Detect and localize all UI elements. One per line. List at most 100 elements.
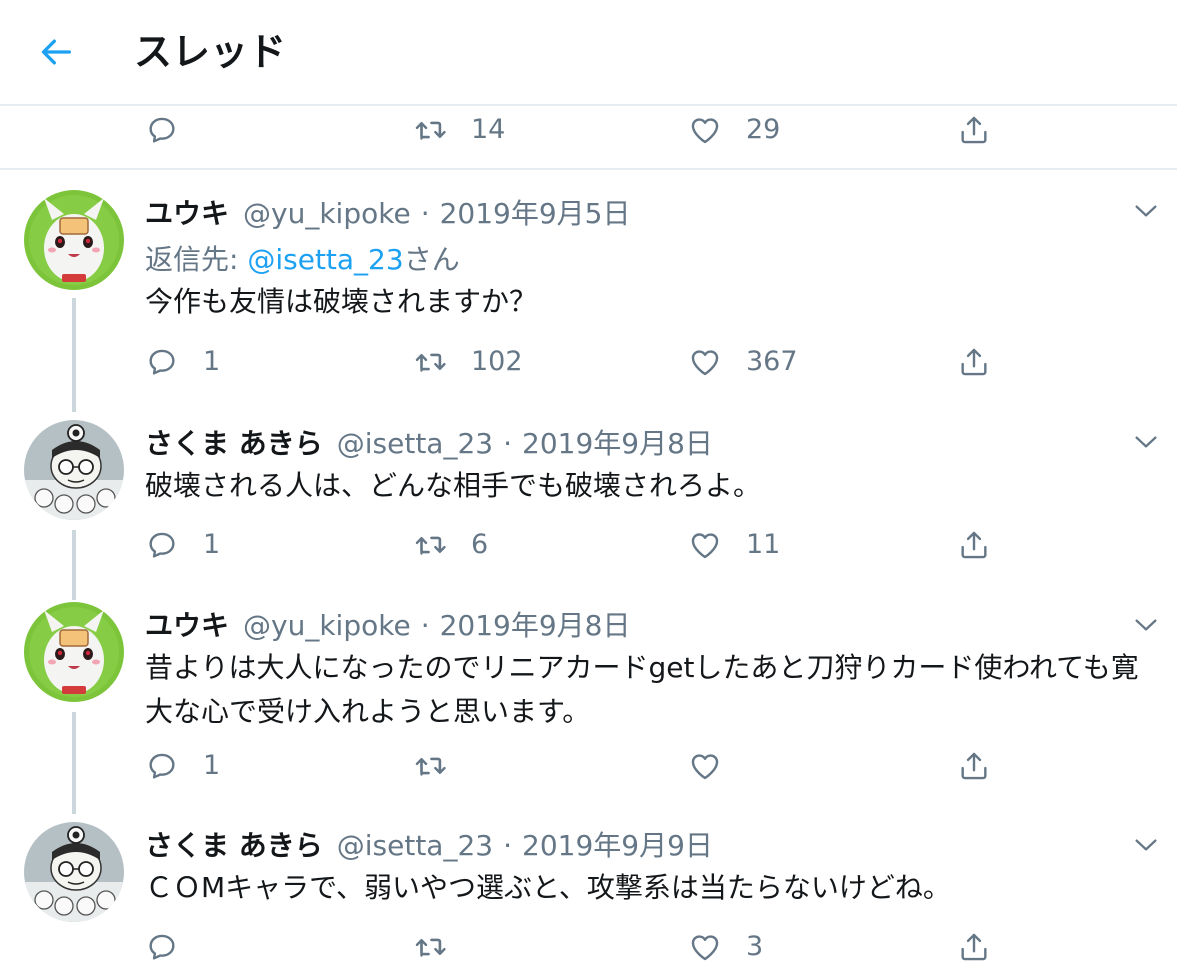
tweet-date[interactable]: 2019年9月9日 [522,824,713,864]
share-icon [957,345,991,379]
like-count: 11 [746,529,781,560]
retweet-button[interactable]: 102 [413,342,523,382]
separator-dot: · [420,609,430,642]
share-icon [957,749,991,783]
avatar[interactable] [24,420,124,520]
retweet-icon [413,528,447,562]
retweet-icon [413,345,447,379]
tweet-header: ユウキ @yu_kipoke · 2019年9月8日 [145,604,630,644]
user-handle[interactable]: @yu_kipoke [243,609,411,642]
reply-button[interactable]: 1 [145,746,220,786]
tweet-text: 破壊される人は、どんな相手でも破壊されろよ。 [145,469,762,502]
like-button[interactable]: 3 [688,927,763,967]
page-title: スレッド [134,30,287,74]
reply-count: 1 [203,346,221,377]
header-bar: スレッド [0,0,1177,106]
chevron-down-icon [1131,830,1161,860]
like-count: 367 [746,346,798,377]
share-icon [957,930,991,964]
separator-dot: · [420,197,430,230]
replying-to-handle[interactable]: @isetta_23 [247,243,403,276]
tweet-header: さくま あきら @isetta_23 · 2019年9月8日 [145,422,713,462]
retweet-button[interactable]: 14 [413,110,505,150]
avatar[interactable] [24,190,124,290]
display-name[interactable]: ユウキ [145,604,229,644]
display-name[interactable]: さくま あきら [145,422,323,462]
like-button[interactable] [688,746,746,786]
chevron-down-icon [1131,196,1161,226]
user-handle[interactable]: @isetta_23 [337,427,493,460]
replying-to-suffix: さん [403,243,460,276]
retweet-icon [413,930,447,964]
more-options-button[interactable] [1131,196,1161,226]
heart-icon [688,528,722,562]
speech-bubble-icon [145,113,179,147]
like-button[interactable]: 11 [688,525,780,565]
heart-icon [688,749,722,783]
speech-bubble-icon [145,749,179,783]
reply-button[interactable]: 1 [145,342,220,382]
thread-line [72,530,76,600]
divider [0,168,1177,170]
reply-button[interactable]: 1 [145,525,220,565]
share-icon [957,113,991,147]
separator-dot: · [503,829,512,862]
reply-button[interactable] [145,110,203,150]
thread-line [72,298,76,412]
like-button[interactable]: 29 [688,110,780,150]
share-button[interactable] [957,342,991,382]
retweet-count: 6 [471,529,489,560]
share-button[interactable] [957,525,991,565]
like-button[interactable]: 367 [688,342,798,382]
avatar[interactable] [24,822,124,922]
retweet-icon [413,113,447,147]
retweet-count: 102 [471,346,523,377]
speech-bubble-icon [145,528,179,562]
reply-count: 1 [203,529,221,560]
tweet-header: ユウキ @yu_kipoke · 2019年9月5日 [145,192,630,232]
retweet-count: 14 [471,114,506,145]
more-options-button[interactable] [1131,427,1161,457]
retweet-button[interactable]: 6 [413,525,488,565]
thread-line [72,712,76,814]
retweet-button[interactable] [413,927,471,967]
tweet-text: 今作も友情は破壊されますか？ [145,285,538,318]
tweet-actions: 1 6 11 [145,525,1045,565]
heart-icon [688,345,722,379]
tweet-text: ＣＯMキャラで、弱いやつ選ぶと、攻撃系は当たらないけどね。 [145,871,951,904]
more-options-button[interactable] [1131,830,1161,860]
retweet-icon [413,749,447,783]
display-name[interactable]: ユウキ [145,192,229,232]
share-button[interactable] [957,110,991,150]
avatar[interactable] [24,602,124,702]
user-handle[interactable]: @yu_kipoke [243,197,411,230]
back-button[interactable] [36,32,76,72]
share-button[interactable] [957,746,991,786]
chevron-down-icon [1131,427,1161,457]
separator-dot: · [503,427,512,460]
arrow-left-icon [41,39,72,65]
tweet-text: 昔よりは大人になったのでリニアカードgetしたあと刀狩りカード使われても寛大な心… [145,651,1139,728]
more-options-button[interactable] [1131,610,1161,640]
tweet-actions: 14 29 [145,110,1045,150]
tweet-date[interactable]: 2019年9月8日 [440,604,631,644]
share-button[interactable] [957,927,991,967]
display-name[interactable]: さくま あきら [145,824,323,864]
like-count: 3 [746,931,764,962]
tweet-actions: 1 [145,746,1045,786]
speech-bubble-icon [145,345,179,379]
tweet-actions: 1 102 367 [145,342,1045,382]
retweet-button[interactable] [413,746,471,786]
user-handle[interactable]: @isetta_23 [337,829,493,862]
tweet-header: さくま あきら @isetta_23 · 2019年9月9日 [145,824,713,864]
tweet-date[interactable]: 2019年9月8日 [522,422,713,462]
reply-button[interactable] [145,927,203,967]
like-count: 29 [746,114,781,145]
tweet-actions: 3 [145,927,1045,967]
tweet-date[interactable]: 2019年9月5日 [440,192,631,232]
heart-icon [688,930,722,964]
reply-count: 1 [203,750,221,781]
speech-bubble-icon [145,930,179,964]
chevron-down-icon [1131,610,1161,640]
replying-to: 返信先: @isetta_23さん [145,238,460,278]
